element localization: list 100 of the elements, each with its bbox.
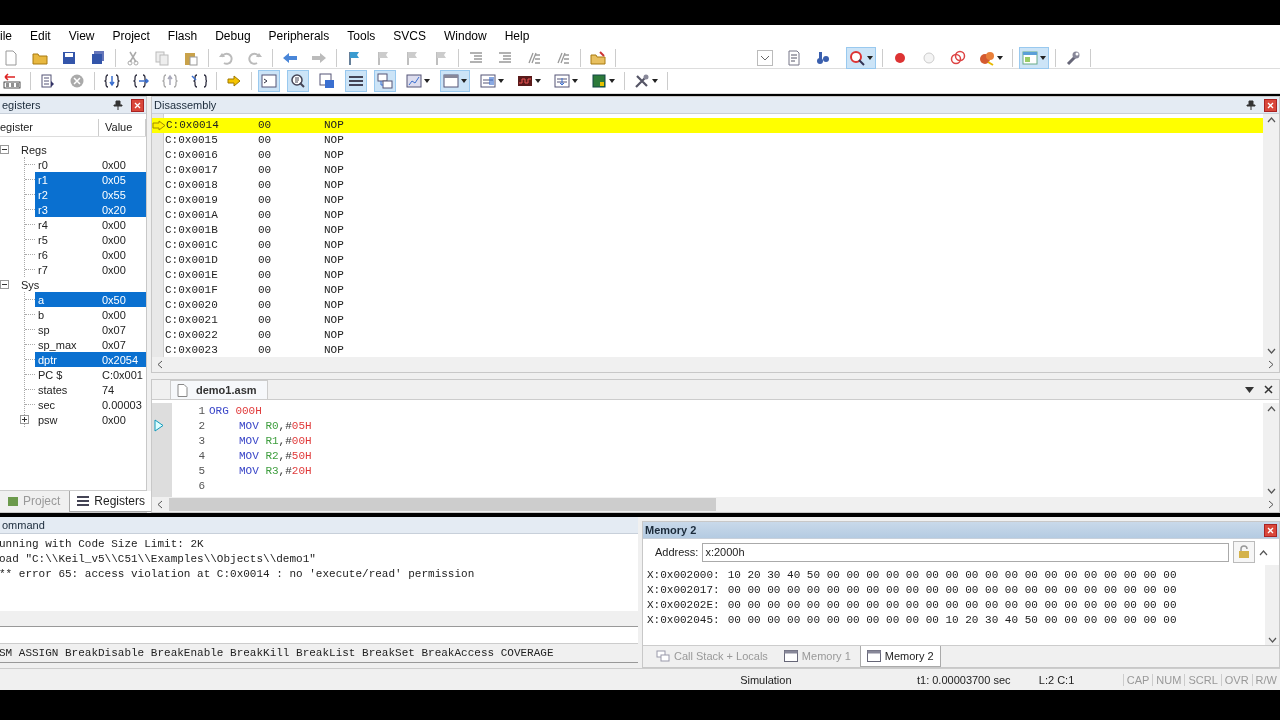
menu-item[interactable]: Edit [21, 28, 60, 43]
disassembly-row[interactable]: C:0x0014 00 NOP [152, 118, 1263, 133]
menu-item[interactable]: View [59, 28, 104, 43]
file-tab[interactable]: demo1.asm [170, 380, 268, 399]
register-row[interactable]: sp 0x07 [35, 322, 146, 337]
menu-item[interactable]: ile [0, 28, 21, 43]
caret-icon[interactable] [461, 79, 467, 84]
call-stack-window-icon[interactable] [377, 73, 393, 90]
kill-breakpoints-icon[interactable] [979, 49, 995, 66]
disassembly-row[interactable]: C:0x0016 00 NOP [164, 147, 1263, 163]
menu-item[interactable]: Window [435, 28, 496, 43]
register-row[interactable]: sec 0.00003 [35, 397, 146, 412]
pin-icon[interactable] [1246, 100, 1256, 110]
disassembly-row[interactable]: C:0x001B 00 NOP [164, 222, 1263, 238]
command-window-icon[interactable] [261, 73, 277, 90]
column-header[interactable]: egister [0, 119, 99, 136]
caret-icon[interactable] [609, 79, 615, 84]
register-row[interactable]: r6 0x00 [35, 247, 146, 262]
wrench-icon[interactable] [1065, 49, 1081, 66]
tree-group-label[interactable]: Regs [21, 143, 47, 156]
disassembly-row[interactable]: C:0x001F 00 NOP [164, 282, 1263, 298]
run-icon[interactable] [40, 73, 56, 90]
close-button[interactable] [1264, 523, 1277, 537]
trace-window-icon[interactable] [554, 73, 570, 90]
close-icon[interactable] [1264, 385, 1273, 394]
disassembly-row[interactable]: C:0x0023 00 NOP [164, 342, 1263, 357]
caret-icon[interactable] [1040, 55, 1046, 60]
register-row[interactable]: PC $ C:0x001 [35, 367, 146, 382]
caret-icon[interactable] [652, 79, 658, 84]
command-input[interactable] [0, 627, 638, 643]
disassembly-row[interactable]: C:0x0018 00 NOP [164, 177, 1263, 193]
caret-icon[interactable] [424, 79, 430, 84]
disassembly-row[interactable]: C:0x001E 00 NOP [164, 267, 1263, 283]
step-into-icon[interactable] [104, 73, 120, 90]
caret-icon[interactable] [867, 55, 873, 60]
register-row[interactable]: r4 0x00 [35, 217, 146, 232]
address-field[interactable]: x:2000h [702, 542, 1229, 562]
column-header[interactable]: Value [99, 119, 146, 136]
scrollbar-thumb[interactable] [169, 498, 716, 511]
register-row[interactable]: r1 0x05 [35, 172, 146, 187]
menu-item[interactable]: SVCS [384, 28, 435, 43]
caret-icon[interactable] [535, 79, 541, 84]
disassembly-row[interactable]: C:0x0020 00 NOP [164, 297, 1263, 313]
menu-item[interactable]: Debug [206, 28, 260, 43]
reset-icon[interactable] [3, 72, 21, 91]
register-row[interactable]: psw 0x00 [35, 412, 146, 427]
close-button[interactable] [1264, 98, 1277, 112]
disassembly-row[interactable]: C:0x001A 00 NOP [164, 207, 1263, 223]
disassembly-row[interactable]: C:0x0015 00 NOP [164, 132, 1263, 148]
caret-icon[interactable] [572, 79, 578, 84]
dropdown-field[interactable] [757, 49, 773, 66]
register-value: 0x05 [101, 173, 127, 186]
collapse-icon[interactable] [0, 145, 9, 154]
close-button[interactable] [131, 98, 144, 112]
symbols-window-icon[interactable] [319, 73, 335, 90]
tools-icon[interactable] [634, 73, 650, 90]
disassembly-row[interactable]: C:0x0022 00 NOP [164, 327, 1263, 343]
dropdown-icon[interactable] [1245, 386, 1254, 393]
register-row[interactable]: r3 0x20 [35, 202, 146, 217]
register-row[interactable]: r5 0x00 [35, 232, 146, 247]
caret-icon[interactable] [997, 55, 1003, 60]
output-line: oad "C:\\Keil_v5\\C51\\Examples\\Objects\\demo1" [0, 552, 317, 567]
disassembly-window-icon[interactable] [290, 73, 306, 90]
register-row[interactable]: states 74 [35, 382, 146, 397]
step-over-icon[interactable] [133, 73, 149, 90]
current-statement-arrow-icon[interactable] [226, 73, 242, 90]
save-all-icon[interactable] [90, 49, 106, 66]
menu-item[interactable]: Project [103, 28, 159, 43]
register-row[interactable]: sp_max 0x07 [35, 337, 146, 352]
disassembly-row[interactable]: C:0x0021 00 NOP [164, 312, 1263, 328]
watch-window-icon[interactable] [406, 73, 422, 90]
serial-window-icon[interactable] [480, 73, 496, 90]
register-row[interactable]: a 0x50 [35, 292, 146, 307]
bookmark-flag-icon[interactable] [346, 49, 362, 66]
disassembly-row[interactable]: C:0x0017 00 NOP [164, 162, 1263, 178]
pin-icon[interactable] [113, 100, 123, 110]
register-row[interactable]: r2 0x55 [35, 187, 146, 202]
panel-tab[interactable]: Registers [69, 491, 153, 512]
register-row[interactable]: r7 0x00 [35, 262, 146, 277]
breakpoints-icon[interactable] [950, 49, 966, 66]
menu-item[interactable]: Peripherals [259, 28, 339, 43]
debug-magnifier-icon[interactable] [849, 49, 865, 66]
disassembly-row[interactable]: C:0x001D 00 NOP [164, 252, 1263, 268]
register-row[interactable]: b 0x00 [35, 307, 146, 322]
folder-config-icon[interactable] [590, 49, 606, 66]
menu-item[interactable]: Tools [338, 28, 385, 43]
menu-item[interactable]: Flash [158, 28, 207, 43]
panel-tab[interactable]: Memory 2 [859, 646, 941, 667]
disassembly-row[interactable]: C:0x0019 00 NOP [164, 192, 1263, 208]
disassembly-row[interactable]: C:0x001C 00 NOP [164, 237, 1263, 253]
run-to-cursor-icon[interactable] [191, 73, 207, 90]
save-icon[interactable] [61, 49, 77, 66]
caret-icon[interactable] [498, 79, 504, 84]
expand-icon[interactable] [20, 415, 29, 424]
register-row[interactable]: dptr 0x2054 [35, 352, 146, 367]
menu-item[interactable]: Help [495, 28, 539, 43]
tree-group-label[interactable]: Sys [21, 278, 40, 291]
chip-icon[interactable] [591, 73, 607, 90]
collapse-icon[interactable] [0, 280, 9, 289]
register-row[interactable]: r0 0x00 [35, 157, 146, 172]
